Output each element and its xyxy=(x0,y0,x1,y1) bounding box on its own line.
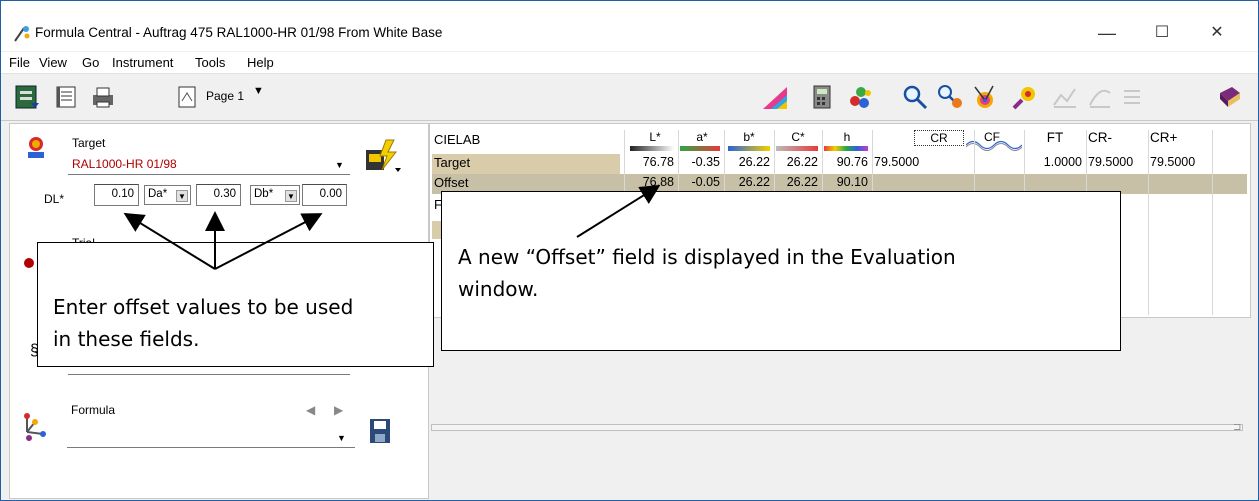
target-l: 76.78 xyxy=(642,155,674,169)
toolbar: Page 1 ▼ xyxy=(1,75,1258,121)
search-icon[interactable] xyxy=(901,83,929,111)
target-c: 26.22 xyxy=(786,155,818,169)
db-dropdown-arrow[interactable]: ▼ xyxy=(285,190,297,202)
target-ft: 1.0000 xyxy=(1043,155,1082,169)
callout-right-line-1: A new “Offset” field is displayed in the… xyxy=(458,245,956,269)
target-cr-minus: 79.5000 xyxy=(1088,155,1134,169)
target-cr: 79.5000 xyxy=(874,155,920,169)
target-b: 26.22 xyxy=(738,155,770,169)
print-icon[interactable] xyxy=(89,83,117,111)
c-color-bar xyxy=(776,146,818,151)
window-title: Formula Central - Auftrag 475 RAL1000-HR… xyxy=(35,25,443,40)
menu-bar: File View Go Instrument Tools Help xyxy=(1,52,1258,74)
col-cr[interactable]: CR xyxy=(914,130,964,146)
callout-offset-fields: Enter offset values to be used in these … xyxy=(37,242,434,367)
trial-select-underline xyxy=(68,374,350,375)
col-b: b* xyxy=(743,130,755,144)
color-chart-icon[interactable] xyxy=(761,83,789,111)
formula-select[interactable] xyxy=(67,426,355,448)
target-h: 90.76 xyxy=(836,155,868,169)
da-offset-input[interactable]: 0.30 xyxy=(196,184,241,206)
correction-icon[interactable] xyxy=(1011,83,1039,111)
callout-right-line-2: window. xyxy=(458,277,539,301)
callout-left-line-1: Enter offset values to be used xyxy=(53,295,354,319)
exit-icon[interactable] xyxy=(13,83,41,111)
offset-row-label: Offset xyxy=(434,175,469,190)
formula-scrollbar[interactable] xyxy=(431,424,1243,431)
callout-offset-row: A new “Offset” field is displayed in the… xyxy=(441,191,1121,351)
da-dropdown-arrow[interactable]: ▼ xyxy=(176,190,188,202)
trial-icon xyxy=(24,258,34,268)
menu-file[interactable]: File xyxy=(9,55,30,70)
grid-line xyxy=(1212,130,1213,315)
da-select-label: Da* xyxy=(148,188,168,200)
db-select[interactable]: Db* ▼ xyxy=(250,185,300,205)
target-dropdown-arrow[interactable]: ▼ xyxy=(335,160,344,170)
da-select[interactable]: Da* ▼ xyxy=(144,185,191,205)
col-a: a* xyxy=(696,130,708,144)
b-color-bar xyxy=(728,146,770,151)
maximize-button[interactable]: ☐ xyxy=(1139,19,1185,47)
formula-prev-button[interactable]: ◀ xyxy=(306,403,315,417)
page-icon[interactable] xyxy=(173,83,201,111)
target-a: -0.35 xyxy=(691,155,721,169)
offset-h: 90.10 xyxy=(836,175,868,189)
scroll-end-marker: ⊐ xyxy=(1233,422,1242,433)
disabled-tool-1-icon xyxy=(1053,88,1076,108)
col-h: h xyxy=(843,130,851,144)
offset-c: 26.22 xyxy=(786,175,818,189)
formula-icon xyxy=(24,413,46,441)
callout-left-line-2: in these fields. xyxy=(53,327,200,351)
search-color-icon[interactable] xyxy=(936,83,964,111)
db-offset-input[interactable]: 0.00 xyxy=(302,184,347,206)
colorants-icon[interactable] xyxy=(846,83,874,111)
help-book-icon[interactable] xyxy=(1216,83,1244,111)
title-bar: Formula Central - Auftrag 475 RAL1000-HR… xyxy=(1,1,1258,51)
target-name-select[interactable]: RAL1000-HR 01/98 xyxy=(72,157,177,171)
measure-icon[interactable] xyxy=(362,138,402,176)
col-ft: FT xyxy=(1046,130,1064,145)
calculator-icon[interactable] xyxy=(809,83,837,111)
l-color-bar xyxy=(630,146,674,151)
offset-l: 76.88 xyxy=(642,175,674,189)
minimize-button[interactable]: — xyxy=(1084,19,1130,47)
app-logo-icon xyxy=(14,26,30,42)
target-icon xyxy=(28,137,44,158)
save-icon[interactable] xyxy=(369,418,391,444)
notebook-icon[interactable] xyxy=(53,83,81,111)
a-color-bar xyxy=(680,146,720,151)
col-cr-minus: CR- xyxy=(1088,130,1112,145)
menu-help[interactable]: Help xyxy=(247,55,274,70)
formula-next-button[interactable]: ▶ xyxy=(334,403,343,417)
app-window: Formula Central - Auftrag 475 RAL1000-HR… xyxy=(0,0,1259,501)
h-color-bar xyxy=(824,146,868,151)
close-button[interactable]: ✕ xyxy=(1194,19,1240,47)
target-row-label: Target xyxy=(434,155,471,170)
col-cr-plus: CR+ xyxy=(1150,130,1178,145)
col-c: C* xyxy=(791,130,805,144)
col-l: L* xyxy=(649,130,661,144)
disabled-tool-2-icon xyxy=(1089,89,1111,108)
menu-go[interactable]: Go xyxy=(82,55,99,70)
page-dropdown-arrow[interactable]: ▼ xyxy=(253,85,264,97)
dl-offset-input[interactable]: 0.10 xyxy=(94,184,139,206)
menu-instrument[interactable]: Instrument xyxy=(112,55,173,70)
disabled-tool-3-icon xyxy=(1124,90,1140,104)
target-select-underline xyxy=(68,174,350,175)
menu-view[interactable]: View xyxy=(39,55,67,70)
offset-b: 26.22 xyxy=(738,175,770,189)
formula-dropdown-arrow[interactable]: ▼ xyxy=(337,433,346,443)
target-match-icon[interactable] xyxy=(971,83,999,111)
dl-label: DL* xyxy=(44,192,65,206)
target-label: Target xyxy=(72,136,106,150)
page-label[interactable]: Page 1 xyxy=(206,89,244,103)
cielab-label: CIELAB xyxy=(434,132,481,147)
grid-line xyxy=(1148,130,1149,315)
menu-tools[interactable]: Tools xyxy=(195,55,225,70)
db-select-label: Db* xyxy=(254,188,274,200)
formula-label: Formula xyxy=(71,403,116,417)
target-cr-plus: 79.5000 xyxy=(1150,155,1196,169)
offset-a: -0.05 xyxy=(691,175,721,189)
